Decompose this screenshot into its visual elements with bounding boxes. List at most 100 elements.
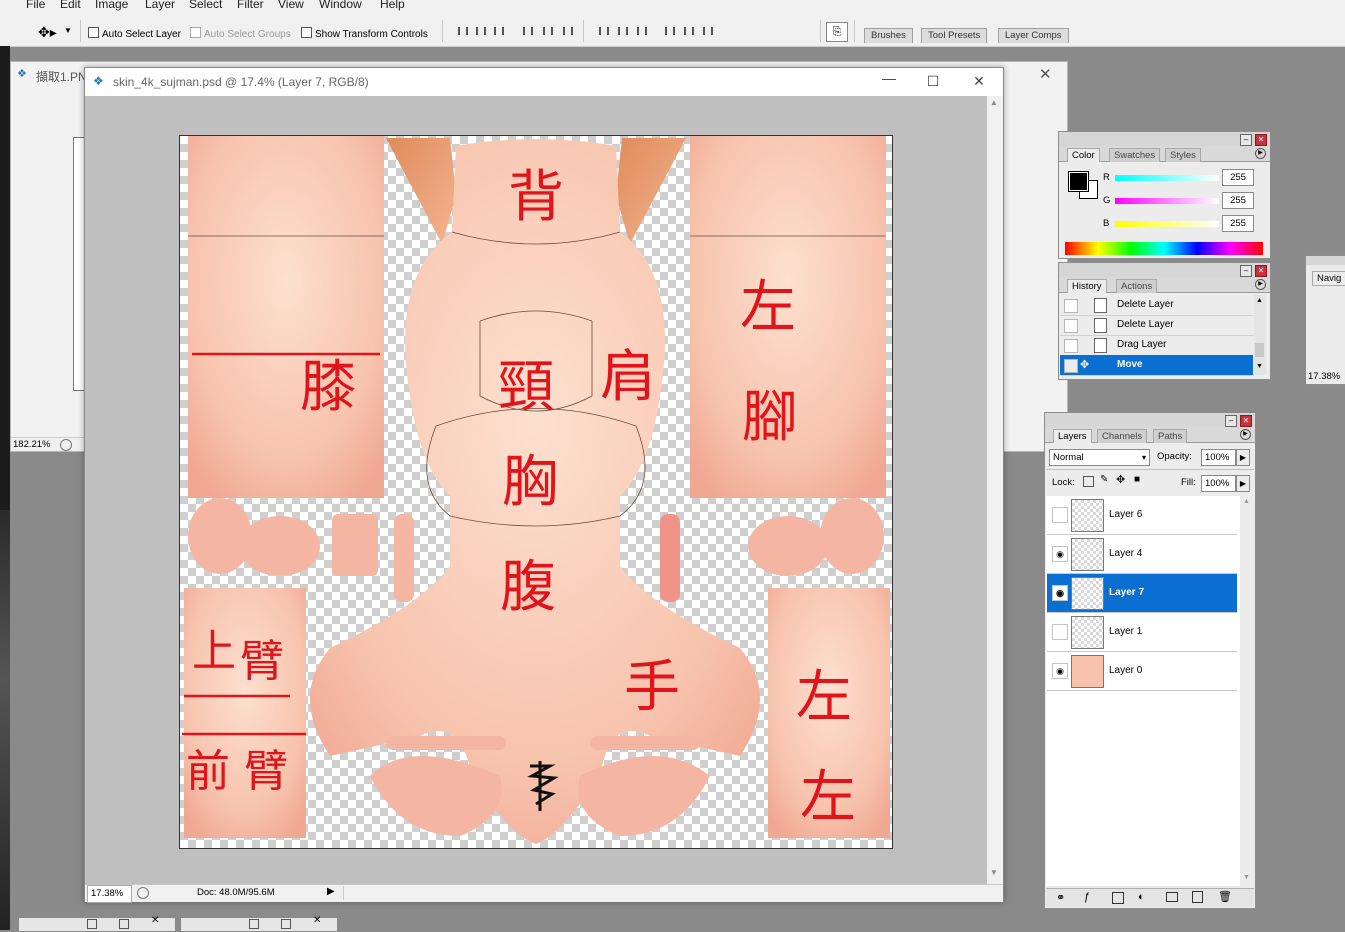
align-right-icon[interactable] xyxy=(560,24,576,40)
auto-select-groups-checkbox[interactable]: Auto Select Groups xyxy=(190,27,291,40)
doc-zoom-field[interactable]: 17.38% xyxy=(87,885,132,903)
layer-style-icon[interactable]: ƒ xyxy=(1084,891,1090,903)
menu-select[interactable]: Select xyxy=(189,0,222,11)
tab-navigator[interactable]: Navig xyxy=(1312,271,1345,286)
status-menu-icon[interactable] xyxy=(60,439,72,451)
maximize-icon[interactable]: ☐ xyxy=(923,73,943,90)
close-icon[interactable]: ✕ xyxy=(1039,65,1052,83)
well-tab-brushes[interactable]: Brushes xyxy=(864,28,913,43)
trash-icon[interactable]: 🗑 xyxy=(1218,890,1232,903)
well-tab-tool-presets[interactable]: Tool Presets xyxy=(921,28,988,43)
channel-r-slider[interactable] xyxy=(1115,175,1219,181)
minimize-icon[interactable]: – xyxy=(1240,134,1252,146)
menu-help[interactable]: Help xyxy=(380,0,405,11)
canvas-area[interactable]: 背 左 腳 膝 頸 肩 胸 腹 上 臂 前 臂 手 左 左 xyxy=(85,96,987,884)
menu-window[interactable]: Window xyxy=(319,0,362,11)
close-icon[interactable]: ✕ xyxy=(151,915,159,926)
new-layer-icon[interactable] xyxy=(1192,891,1203,903)
background-zoom-field[interactable]: 182.21% xyxy=(11,437,85,451)
tab-actions[interactable]: Actions xyxy=(1116,279,1158,293)
lock-pixels-icon[interactable]: ✎ xyxy=(1100,474,1108,485)
panel-menu-icon[interactable]: ▶ xyxy=(1255,148,1266,159)
distribute-bottom-icon[interactable] xyxy=(634,24,650,40)
minimize-icon[interactable]: – xyxy=(1240,265,1252,277)
scroll-down-icon[interactable]: ▼ xyxy=(1243,874,1250,881)
history-snapshot-checkbox[interactable] xyxy=(1064,339,1078,353)
maximize-icon[interactable] xyxy=(119,919,129,929)
auto-select-layer-checkbox[interactable]: Auto Select Layer xyxy=(88,27,181,40)
distribute-left-icon[interactable] xyxy=(662,24,678,40)
eye-icon[interactable]: ◉ xyxy=(1052,663,1068,679)
history-item[interactable]: Drag Layer xyxy=(1060,335,1253,356)
scroll-down-icon[interactable]: ▼ xyxy=(1256,363,1263,370)
history-item-selected[interactable]: ✥ Move xyxy=(1060,355,1253,376)
align-left-icon[interactable] xyxy=(520,24,536,40)
menu-file[interactable]: File xyxy=(26,0,45,11)
tool-preset-dropdown-icon[interactable]: ▼ xyxy=(64,26,72,35)
foreground-color-swatch[interactable] xyxy=(1068,171,1089,192)
scroll-up-icon[interactable]: ▲ xyxy=(1243,498,1250,505)
menu-layer[interactable]: Layer xyxy=(145,0,175,11)
align-bottom-icon[interactable] xyxy=(491,24,507,40)
layer-row[interactable]: Layer 6 xyxy=(1047,496,1237,535)
tab-history[interactable]: History xyxy=(1067,279,1107,293)
panel-menu-icon[interactable]: ▶ xyxy=(1240,429,1251,440)
visibility-toggle[interactable] xyxy=(1052,624,1068,640)
new-group-icon[interactable] xyxy=(1166,892,1178,902)
tab-styles[interactable]: Styles xyxy=(1165,148,1201,162)
restore-icon[interactable] xyxy=(87,919,97,929)
layer-row-selected[interactable]: ◉ Layer 7 xyxy=(1047,574,1237,613)
minimize-icon[interactable]: — xyxy=(879,70,899,86)
eye-icon[interactable]: ◉ xyxy=(1052,585,1068,601)
visibility-toggle[interactable] xyxy=(1052,507,1068,523)
layers-panel-titlebar[interactable]: – ✕ xyxy=(1045,413,1255,427)
horizontal-scrollbar[interactable] xyxy=(343,886,984,900)
scroll-up-icon[interactable]: ▲ xyxy=(1256,297,1263,304)
lock-transparency-icon[interactable] xyxy=(1083,476,1094,487)
history-item[interactable]: Delete Layer xyxy=(1060,315,1253,336)
status-menu-icon[interactable] xyxy=(137,887,149,899)
restore-icon[interactable] xyxy=(249,919,259,929)
opacity-field[interactable]: 100% xyxy=(1201,449,1236,466)
menu-filter[interactable]: Filter xyxy=(237,0,264,11)
vertical-scrollbar[interactable]: ▲ ▼ xyxy=(987,96,1003,884)
minimize-icon[interactable]: – xyxy=(1225,415,1237,427)
color-panel-titlebar[interactable]: – ✕ xyxy=(1059,132,1270,146)
color-spectrum-bar[interactable] xyxy=(1065,242,1263,255)
show-transform-controls-checkbox[interactable]: Show Transform Controls xyxy=(301,27,428,40)
adjustment-layer-icon[interactable]: ◐ xyxy=(1138,891,1145,903)
close-icon[interactable]: ✕ xyxy=(1255,265,1267,277)
menu-view[interactable]: View xyxy=(278,0,304,11)
palette-well-icon[interactable]: ⎘ xyxy=(826,22,848,42)
tab-swatches[interactable]: Swatches xyxy=(1109,148,1161,162)
menu-image[interactable]: Image xyxy=(95,0,128,11)
layer-row[interactable]: ◉ Layer 0 xyxy=(1047,652,1237,691)
scroll-down-icon[interactable]: ▼ xyxy=(990,868,998,877)
panel-menu-icon[interactable]: ▶ xyxy=(1255,279,1266,290)
layer-row[interactable]: Layer 1 xyxy=(1047,613,1237,652)
tab-layers[interactable]: Layers xyxy=(1053,429,1092,443)
document-window[interactable]: ❖ skin_4k_sujman.psd @ 17.4% (Layer 7, R… xyxy=(84,67,1004,903)
distribute-hcenter-icon[interactable] xyxy=(681,24,697,40)
layers-scrollbar[interactable]: ▲ ▼ xyxy=(1241,496,1253,886)
document-titlebar[interactable]: ❖ skin_4k_sujman.psd @ 17.4% (Layer 7, R… xyxy=(85,68,1003,96)
distribute-right-icon[interactable] xyxy=(700,24,716,40)
channel-b-value[interactable]: 255 xyxy=(1222,215,1254,232)
fill-field[interactable]: 100% xyxy=(1201,475,1236,492)
align-hcenter-icon[interactable] xyxy=(540,24,556,40)
layer-mask-icon[interactable] xyxy=(1112,892,1124,904)
align-vcenter-icon[interactable] xyxy=(473,24,489,40)
blend-mode-select[interactable]: Normal ▾ xyxy=(1049,449,1150,466)
uv-skin-texture-canvas[interactable]: 背 左 腳 膝 頸 肩 胸 腹 上 臂 前 臂 手 左 左 xyxy=(179,135,893,849)
history-snapshot-checkbox[interactable] xyxy=(1064,299,1078,313)
channel-r-value[interactable]: 255 xyxy=(1222,169,1254,186)
maximize-icon[interactable] xyxy=(281,919,291,929)
well-tab-layer-comps[interactable]: Layer Comps xyxy=(998,28,1069,43)
eye-icon[interactable]: ◉ xyxy=(1052,546,1068,562)
scroll-up-icon[interactable]: ▲ xyxy=(990,98,998,107)
link-layers-icon[interactable]: ⚭ xyxy=(1056,891,1065,904)
tab-channels[interactable]: Channels xyxy=(1097,429,1148,443)
close-icon[interactable]: ✕ xyxy=(313,915,321,926)
layer-row[interactable]: ◉ Layer 4 xyxy=(1047,535,1237,574)
close-icon[interactable]: ✕ xyxy=(1255,134,1267,146)
